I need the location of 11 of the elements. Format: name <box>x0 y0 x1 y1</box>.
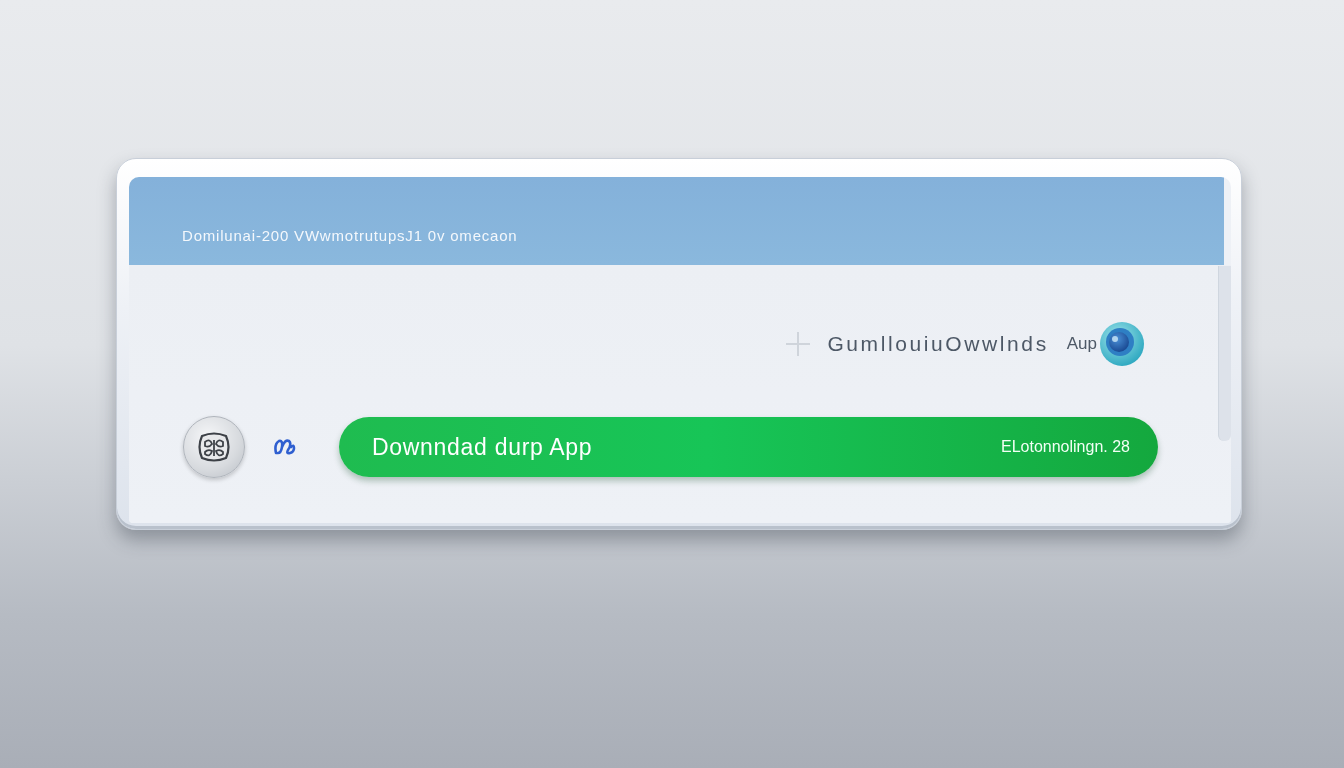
emblem-icon <box>197 432 231 462</box>
download-suffix: Aup <box>1066 334 1097 354</box>
download-label: GumllouiuOwwlnds <box>827 332 1049 356</box>
plus-icon <box>785 331 812 357</box>
squiggle-icon <box>273 438 297 456</box>
scrollbar[interactable] <box>1218 266 1231 441</box>
header-title: Domilunai-200 VWwmotrutupsJ1 0v omecaon <box>182 227 518 244</box>
emblem-button[interactable] <box>183 416 245 478</box>
button-detail-text: ELotonnolingn. 28 <box>1001 438 1130 456</box>
knob-icon <box>1099 321 1145 367</box>
download-app-button[interactable]: Downndad durp App ELotonnolingn. 28 <box>339 417 1158 477</box>
